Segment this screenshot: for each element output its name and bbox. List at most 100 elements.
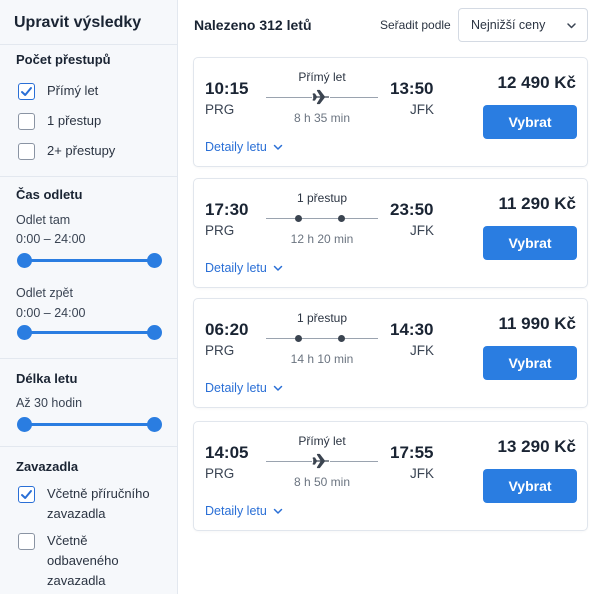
- departure-airport: PRG: [205, 223, 235, 238]
- slider-handle-max[interactable]: [147, 253, 162, 268]
- arrival-airport: JFK: [410, 102, 435, 117]
- stop-dot: [338, 215, 345, 222]
- chevron-down-icon: [273, 265, 283, 271]
- select-flight-button[interactable]: Vybrat: [483, 469, 577, 503]
- flight-price: 12 490 Kč: [497, 73, 576, 92]
- stops-info: 1 přestup: [296, 191, 348, 205]
- checkbox-label: Včetně příručního zavazadla: [47, 486, 150, 521]
- check-icon: [21, 87, 32, 96]
- stops-info: 1 přestup: [296, 311, 348, 325]
- stop-dot: [338, 335, 345, 342]
- departure-airport: PRG: [205, 343, 235, 358]
- route-line: [266, 453, 378, 469]
- route-track: [266, 338, 378, 339]
- flight-price: 11 990 Kč: [498, 314, 576, 333]
- flight-card: 14:05 PRG Přímý let 8 h 50 min 17:55 JFK…: [193, 421, 588, 531]
- departure-airport: PRG: [205, 466, 235, 481]
- divider: [0, 446, 178, 447]
- duration-value: Až 30 hodin: [16, 396, 83, 410]
- details-label: Detaily letu: [205, 261, 267, 275]
- stop-dot: [295, 335, 302, 342]
- departure-heading: Čas odletu: [16, 187, 83, 202]
- arrival-time: 23:50: [390, 200, 434, 219]
- slider-handle-max[interactable]: [147, 417, 162, 432]
- flight-price: 11 290 Kč: [498, 194, 576, 213]
- checkbox[interactable]: [18, 533, 35, 550]
- chevron-down-icon: [273, 508, 283, 514]
- flight-details-link[interactable]: Detaily letu: [205, 381, 283, 395]
- sort-select[interactable]: Nejnižší ceny: [458, 8, 588, 42]
- flight-card: 17:30 PRG 1 přestup 12 h 20 min 23:50 JF…: [193, 178, 588, 288]
- departure-airport: PRG: [205, 102, 235, 117]
- flight-card: 10:15 PRG Přímý let 8 h 35 min 13:50 JFK…: [193, 57, 588, 167]
- filter-two-plus-stops-checkbox[interactable]: 2+ přestupy: [18, 143, 115, 161]
- baggage-heading: Zavazadla: [16, 459, 79, 474]
- details-label: Detaily letu: [205, 381, 267, 395]
- outbound-range: 0:00 – 24:00: [16, 232, 86, 246]
- filter-one-stop-checkbox[interactable]: 1 přestup: [18, 113, 101, 131]
- arrival-time: 13:50: [390, 79, 434, 98]
- slider-handle-min[interactable]: [17, 253, 32, 268]
- flight-duration: 12 h 20 min: [290, 232, 354, 246]
- plane-icon: [312, 89, 330, 105]
- filters-sidebar: Upravit výsledky Počet přestupů Přímý le…: [0, 0, 178, 594]
- chevron-down-icon: [273, 144, 283, 150]
- flight-card: 06:20 PRG 1 přestup 14 h 10 min 14:30 JF…: [193, 298, 588, 408]
- plane-icon: [312, 453, 330, 469]
- return-label: Odlet zpět: [16, 286, 73, 300]
- slider-handle-min[interactable]: [17, 325, 32, 340]
- filter-checked-bag-checkbox[interactable]: Včetně odbaveného zavazadla: [18, 533, 157, 591]
- duration-heading: Délka letu: [16, 371, 78, 386]
- flight-details-link[interactable]: Detaily letu: [205, 504, 283, 518]
- stop-dot: [295, 215, 302, 222]
- select-flight-button[interactable]: Vybrat: [483, 105, 577, 139]
- sidebar-title: Upravit výsledky: [14, 14, 142, 31]
- route-line: [266, 330, 378, 346]
- details-label: Detaily letu: [205, 140, 267, 154]
- arrival-airport: JFK: [410, 466, 435, 481]
- flight-details-link[interactable]: Detaily letu: [205, 261, 283, 275]
- details-label: Detaily letu: [205, 504, 267, 518]
- checkbox-label: Přímý let: [47, 83, 99, 98]
- results-count: Nalezeno 312 letů: [194, 17, 312, 33]
- checkbox[interactable]: [18, 113, 35, 130]
- arrival-airport: JFK: [410, 223, 435, 238]
- flight-duration: 8 h 50 min: [293, 475, 351, 489]
- route-track: [266, 218, 378, 219]
- checkbox[interactable]: [18, 83, 35, 100]
- slider-track: [24, 259, 154, 262]
- slider-track: [24, 331, 154, 334]
- duration-slider[interactable]: [17, 416, 162, 432]
- slider-handle-min[interactable]: [17, 417, 32, 432]
- departure-time: 14:05: [205, 443, 249, 462]
- return-range: 0:00 – 24:00: [16, 306, 86, 320]
- route-line: [266, 210, 378, 226]
- flight-duration: 8 h 35 min: [293, 111, 351, 125]
- return-time-slider[interactable]: [17, 324, 162, 340]
- sort-label: Seřadit podle: [380, 18, 451, 32]
- departure-time: 06:20: [205, 320, 249, 339]
- checkbox[interactable]: [18, 486, 35, 503]
- divider: [0, 176, 178, 177]
- select-flight-button[interactable]: Vybrat: [483, 346, 577, 380]
- departure-time: 10:15: [205, 79, 249, 98]
- outbound-label: Odlet tam: [16, 213, 71, 227]
- flight-duration: 14 h 10 min: [290, 352, 354, 366]
- slider-handle-max[interactable]: [147, 325, 162, 340]
- filter-direct-checkbox[interactable]: Přímý let: [18, 83, 98, 101]
- stops-info: Přímý let: [298, 434, 346, 448]
- check-icon: [21, 490, 32, 499]
- outbound-time-slider[interactable]: [17, 252, 162, 268]
- divider: [0, 44, 178, 45]
- arrival-airport: JFK: [410, 343, 435, 358]
- filter-cabin-bag-checkbox[interactable]: Včetně příručního zavazadla: [18, 486, 157, 524]
- flight-details-link[interactable]: Detaily letu: [205, 140, 283, 154]
- slider-track: [24, 423, 154, 426]
- checkbox-label: 2+ přestupy: [47, 143, 116, 158]
- divider: [0, 358, 178, 359]
- checkbox[interactable]: [18, 143, 35, 160]
- select-flight-button[interactable]: Vybrat: [483, 226, 577, 260]
- route-line: [266, 89, 378, 105]
- chevron-down-icon: [273, 385, 283, 391]
- chevron-down-icon: [567, 23, 576, 29]
